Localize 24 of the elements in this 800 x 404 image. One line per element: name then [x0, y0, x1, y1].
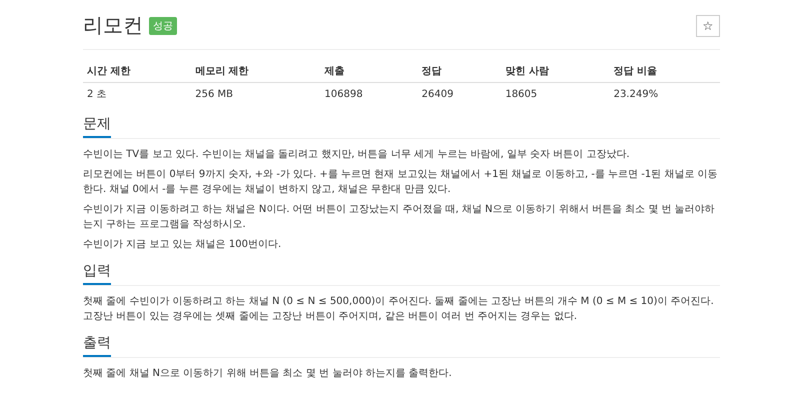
column-header: 정답 비율: [610, 60, 720, 82]
table-cell: 256 MB: [191, 82, 321, 105]
paragraph: 첫째 줄에 채널 N으로 이동하기 위해 버튼을 최소 몇 번 눌러야 하는지를 출력한다.: [83, 367, 453, 381]
section-heading: 입력: [83, 258, 111, 285]
column-header: 시간 제한: [83, 60, 192, 82]
column-header: 메모리 제한: [191, 60, 321, 82]
paragraph: 수빈이가 지금 보고 있는 채널은 100번이다.: [83, 238, 282, 252]
status-badge: 성공: [149, 16, 177, 34]
column-header: 맞힌 사람: [501, 60, 610, 82]
column-header: 정답: [418, 60, 502, 82]
table-cell: 23.249%: [610, 82, 720, 105]
column-header: 제출: [320, 60, 418, 82]
paragraph: 수빈이가 지금 이동하려고 하는 채널은 N이다. 어떤 버튼이 고장났는지 주어졌을 때, 채널 N으로 이동하기 위해서 버튼을 최소 몇 번 눌러야하는지 구하는 프로그램을 작성하시오.: [83, 203, 716, 232]
paragraph: 수빈이는 TV를 보고 있다. 수빈이는 채널을 돌리려고 했지만, 버튼을 너무 세게 누르는 바람에, 일부 숫자 버튼이 고장났다.: [83, 148, 631, 162]
paragraph: 리모컨에는 버튼이 0부터 9까지 숫자, +와 -가 있다. +를 누르면 현재 보고있는 채널에서 +1된 채널로 이동하고, -를 누르면 -1된 채널로 이동한다. 채널 0에서 -를 누른 경우에는 채널이 변하지 않고, 채널은 무한대 만큼 있다.: [83, 168, 719, 197]
section-heading: 문제: [83, 111, 111, 138]
table-cell: 26409: [418, 82, 502, 105]
star-button[interactable]: ☆: [696, 14, 720, 36]
table-cell: 2 초: [83, 82, 192, 105]
paragraph: 첫째 줄에 수빈이가 이동하려고 하는 채널 N (0 ≤ N ≤ 500,000)이 주어진다. 둘째 줄에는 고장난 버튼의 개수 M (0 ≤ M ≤ 10)이 주어진다. 고장난 버튼이 있는 경우에는 셋째 줄에는 고장난 버튼이 주어지며, 같은 버튼이 여러 번 주어지는 경우는 없다.: [83, 295, 715, 324]
table-cell: 106898: [320, 82, 418, 105]
table-cell: 18605: [501, 82, 610, 105]
problem-title: 리모컨: [83, 12, 143, 39]
section-heading: 출력: [83, 330, 111, 357]
